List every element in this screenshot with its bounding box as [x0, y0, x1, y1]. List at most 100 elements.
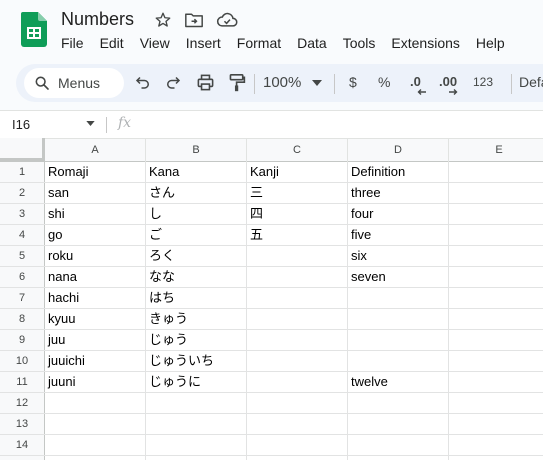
- row-header[interactable]: 4: [0, 225, 45, 245]
- cloud-saved-icon[interactable]: [216, 11, 238, 29]
- cell-c[interactable]: [247, 288, 348, 308]
- cell-e[interactable]: [449, 330, 543, 350]
- cell-b[interactable]: はち: [146, 288, 247, 308]
- menu-tools[interactable]: Tools: [343, 35, 384, 51]
- cell-b[interactable]: じゅうに: [146, 372, 247, 392]
- column-header-c[interactable]: C: [247, 139, 348, 162]
- cell-e[interactable]: [449, 372, 543, 392]
- row-header[interactable]: 7: [0, 288, 45, 308]
- cell-a[interactable]: [45, 414, 146, 434]
- column-header-e[interactable]: E: [449, 139, 543, 162]
- column-header-a[interactable]: A: [45, 139, 146, 162]
- cell-a[interactable]: kyuu: [45, 309, 146, 329]
- cell-a[interactable]: juuni: [45, 372, 146, 392]
- undo-icon[interactable]: [134, 73, 152, 91]
- cell-b[interactable]: [146, 414, 247, 434]
- cell-c[interactable]: [247, 435, 348, 455]
- percent-format-button[interactable]: %: [378, 74, 390, 90]
- name-box[interactable]: I16: [12, 117, 30, 132]
- menu-view[interactable]: View: [140, 35, 178, 51]
- row-header[interactable]: 6: [0, 267, 45, 287]
- star-icon[interactable]: [154, 11, 172, 29]
- redo-icon[interactable]: [164, 73, 182, 91]
- menu-file[interactable]: File: [61, 35, 92, 51]
- cell-e[interactable]: [449, 351, 543, 371]
- paint-format-icon[interactable]: [228, 73, 246, 93]
- cell-c[interactable]: [247, 351, 348, 371]
- move-to-folder-icon[interactable]: [184, 11, 204, 29]
- cell-d[interactable]: [348, 288, 449, 308]
- cell-c[interactable]: 四: [247, 204, 348, 224]
- currency-format-button[interactable]: $: [349, 74, 357, 90]
- cell-c[interactable]: [247, 393, 348, 413]
- cell-d[interactable]: [348, 393, 449, 413]
- cell-d[interactable]: four: [348, 204, 449, 224]
- cell-e[interactable]: [449, 246, 543, 266]
- sheets-logo-icon[interactable]: [21, 12, 47, 47]
- cell-d[interactable]: twelve: [348, 372, 449, 392]
- cell-a[interactable]: hachi: [45, 288, 146, 308]
- cell-c[interactable]: [247, 267, 348, 287]
- print-icon[interactable]: [196, 73, 215, 92]
- menu-help[interactable]: Help: [476, 35, 513, 51]
- row-header[interactable]: 12: [0, 393, 45, 413]
- cell-d[interactable]: [348, 435, 449, 455]
- cell-e[interactable]: [449, 393, 543, 413]
- cell-c[interactable]: [247, 246, 348, 266]
- search-menus-button[interactable]: Menus: [24, 68, 124, 98]
- row-header[interactable]: 13: [0, 414, 45, 434]
- cell-a[interactable]: go: [45, 225, 146, 245]
- cell-e[interactable]: [449, 267, 543, 287]
- cell-b[interactable]: ろく: [146, 246, 247, 266]
- cell-d[interactable]: [348, 351, 449, 371]
- cell-b[interactable]: Kana: [146, 162, 247, 182]
- cell-e[interactable]: [449, 435, 543, 455]
- cell-e[interactable]: [449, 204, 543, 224]
- cell-e[interactable]: [449, 456, 543, 460]
- cell-c[interactable]: [247, 456, 348, 460]
- cell-d[interactable]: [348, 456, 449, 460]
- select-all-corner[interactable]: [0, 138, 45, 161]
- cell-e[interactable]: [449, 414, 543, 434]
- cell-c[interactable]: Kanji: [247, 162, 348, 182]
- row-header[interactable]: 8: [0, 309, 45, 329]
- cell-b[interactable]: [146, 456, 247, 460]
- font-family-select[interactable]: Defa: [519, 74, 543, 90]
- cell-a[interactable]: juuichi: [45, 351, 146, 371]
- more-formats-button[interactable]: 123: [473, 75, 493, 89]
- cell-e[interactable]: [449, 309, 543, 329]
- cell-c[interactable]: [247, 330, 348, 350]
- increase-decimal-button[interactable]: .00: [439, 74, 457, 89]
- cell-d[interactable]: six: [348, 246, 449, 266]
- cell-e[interactable]: [449, 288, 543, 308]
- document-title[interactable]: Numbers: [61, 9, 134, 30]
- decrease-decimal-button[interactable]: .0: [410, 74, 421, 89]
- cell-d[interactable]: [348, 309, 449, 329]
- cell-a[interactable]: juu: [45, 330, 146, 350]
- menu-data[interactable]: Data: [297, 35, 335, 51]
- zoom-select[interactable]: 100%: [263, 74, 301, 91]
- menu-extensions[interactable]: Extensions: [391, 35, 467, 51]
- cell-b[interactable]: なな: [146, 267, 247, 287]
- cell-a[interactable]: san: [45, 183, 146, 203]
- row-header[interactable]: 10: [0, 351, 45, 371]
- cell-b[interactable]: じゅう: [146, 330, 247, 350]
- cell-b[interactable]: し: [146, 204, 247, 224]
- cell-d[interactable]: three: [348, 183, 449, 203]
- cell-b[interactable]: じゅういち: [146, 351, 247, 371]
- chevron-down-icon[interactable]: [86, 121, 95, 126]
- row-header[interactable]: 9: [0, 330, 45, 350]
- row-header[interactable]: 3: [0, 204, 45, 224]
- cell-a[interactable]: [45, 435, 146, 455]
- menu-insert[interactable]: Insert: [186, 35, 229, 51]
- cell-e[interactable]: [449, 225, 543, 245]
- cell-b[interactable]: きゅう: [146, 309, 247, 329]
- cell-b[interactable]: [146, 435, 247, 455]
- cell-b[interactable]: ご: [146, 225, 247, 245]
- cell-c[interactable]: 三: [247, 183, 348, 203]
- cell-e[interactable]: [449, 183, 543, 203]
- cell-c[interactable]: [247, 414, 348, 434]
- cell-a[interactable]: shi: [45, 204, 146, 224]
- cell-b[interactable]: さん: [146, 183, 247, 203]
- cell-a[interactable]: [45, 393, 146, 413]
